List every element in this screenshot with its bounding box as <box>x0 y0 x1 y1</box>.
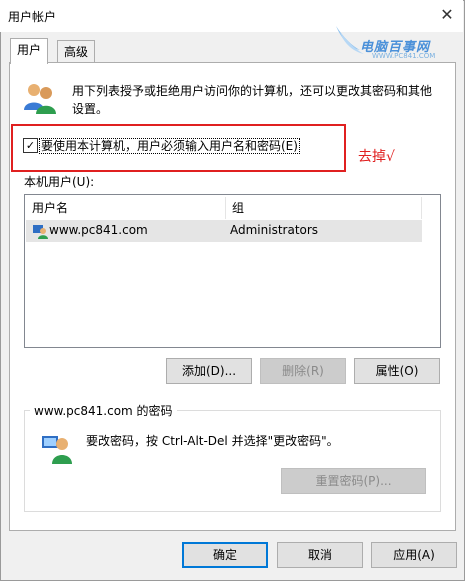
user-key-icon <box>42 436 72 464</box>
column-header-group[interactable]: 组 <box>226 197 422 219</box>
watermark-url: WWW.PC841.COM <box>372 52 436 60</box>
intro-text: 用下列表授予或拒绝用户访问你的计算机，还可以更改其密码和其他设置。 <box>72 84 433 116</box>
tab-advanced[interactable]: 高级 <box>57 40 96 63</box>
tab-advanced-label: 高级 <box>64 45 89 59</box>
add-user-button[interactable]: 添加(D)... <box>166 358 252 384</box>
tab-users-label: 用户 <box>17 43 42 57</box>
users-list-label: 本机用户(U): <box>24 175 95 189</box>
row-group: Administrators <box>230 223 319 237</box>
users-icon <box>24 84 56 114</box>
password-instruction: 要改密码，按 Ctrl-Alt-Del 并选择"更改密码"。 <box>86 434 339 448</box>
annotation-text: 去掉√ <box>358 149 395 165</box>
tab-users[interactable]: 用户 <box>10 38 49 64</box>
user-icon <box>33 225 48 239</box>
require-login-checkbox[interactable]: ✓ <box>23 138 38 153</box>
require-login-label[interactable]: 要使用本计算机，用户必须输入用户名和密码(E) <box>39 138 300 154</box>
window-title: 用户帐户 <box>8 10 57 24</box>
row-username: www.pc841.com <box>49 223 148 237</box>
reset-password-button[interactable]: 重置密码(P)... <box>281 468 426 494</box>
remove-user-button[interactable]: 删除(R) <box>260 358 346 384</box>
password-group-title: www.pc841.com 的密码 <box>30 402 177 419</box>
ok-button[interactable]: 确定 <box>182 542 268 568</box>
cancel-button[interactable]: 取消 <box>277 542 363 568</box>
column-header-username[interactable]: 用户名 <box>26 197 226 219</box>
password-groupbox <box>24 410 441 512</box>
properties-button[interactable]: 属性(O) <box>354 358 440 384</box>
apply-button[interactable]: 应用(A) <box>371 542 457 568</box>
users-list[interactable]: 用户名 组 www.pc841.com Administrators <box>24 194 441 348</box>
